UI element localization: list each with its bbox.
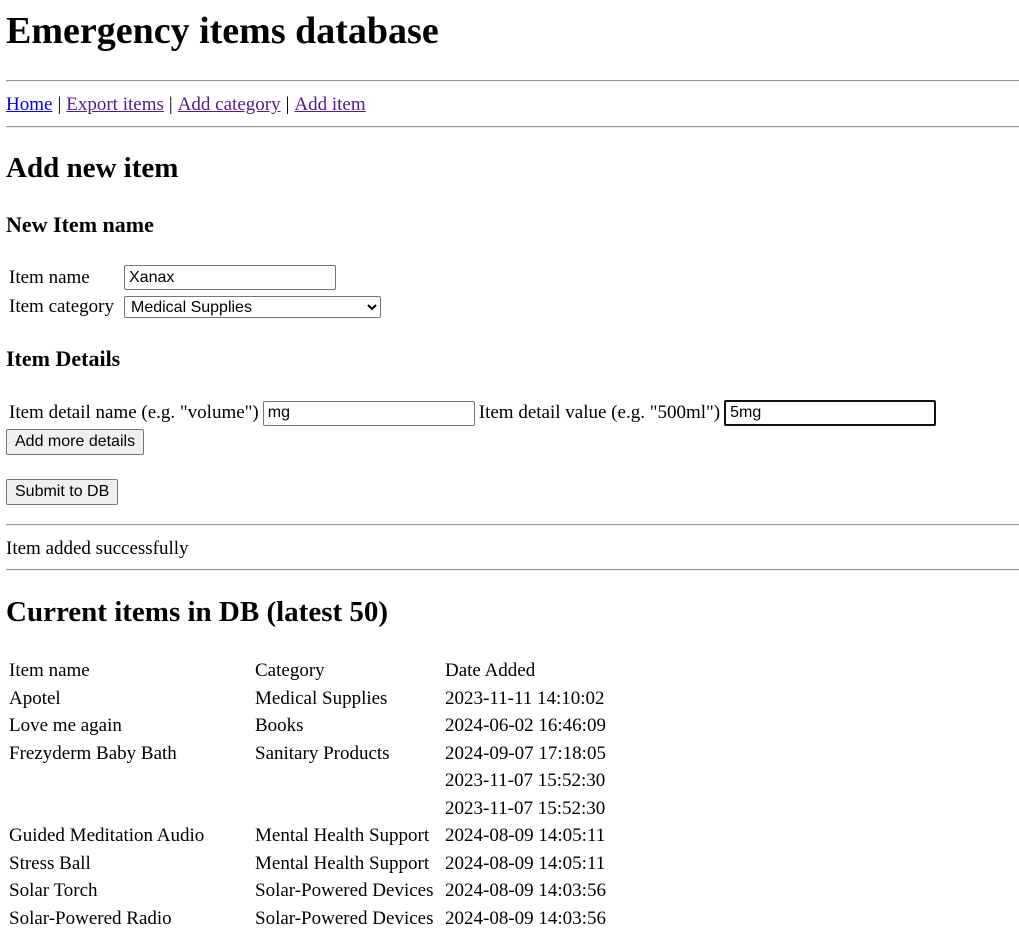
item-name-cell: Guided Meditation Audio	[9, 825, 205, 846]
date-added-cell: 2024-08-09 14:03:56	[445, 880, 606, 901]
status-message: Item added successfully	[6, 538, 189, 559]
category-cell: Sanitary Products	[255, 742, 390, 764]
column-header-date-added: Date Added	[445, 660, 536, 681]
date-added-cell: 2023-11-07 15:52:30	[445, 770, 606, 791]
detail-name-input[interactable]	[262, 400, 475, 426]
item-name-label: Item name	[9, 266, 90, 288]
table-row: Stress Ball Mental Health Support 2024-08-…	[8, 851, 616, 877]
nav-separator: |	[168, 94, 173, 115]
detail-value-label: Item detail value (e.g. "500ml")	[478, 402, 721, 423]
category-cell: Books	[255, 715, 304, 736]
date-added-cell: 2024-06-02 16:46:09	[445, 715, 606, 736]
item-category-row: Item category Medical Supplies	[9, 296, 381, 318]
table-row: Frezyderm Baby Bath Sanitary Products 2024…	[8, 741, 616, 767]
date-added-cell: 2024-09-07 17:18:05	[445, 742, 606, 764]
column-header-category: Category	[255, 660, 325, 681]
date-added-cell: 2024-08-09 14:05:11	[445, 825, 606, 846]
detail-name-label: Item detail name (e.g. "volume")	[9, 402, 259, 423]
item-details-heading: Item Details	[6, 346, 121, 371]
item-name-cell: Solar-Powered Radio	[9, 907, 172, 929]
item-detail-row: Item detail name (e.g. "volume") Item de…	[9, 400, 937, 426]
date-added-cell: 2023-11-07 15:52:30	[445, 797, 606, 819]
category-cell	[254, 768, 442, 794]
item-name-cell: Love me again	[9, 715, 122, 736]
nav-home-link[interactable]: Home	[6, 94, 52, 115]
page-title: Emergency items database	[6, 10, 439, 52]
item-name-cell: Apotel	[9, 687, 61, 709]
nav-separator: |	[285, 94, 290, 115]
item-name-cell	[8, 768, 252, 794]
detail-value-input[interactable]	[724, 400, 937, 426]
nav-add-category-link[interactable]: Add category	[178, 94, 281, 115]
category-cell: Solar-Powered Devices	[255, 907, 434, 929]
divider	[6, 524, 1019, 526]
new-item-name-heading: New Item name	[6, 212, 154, 237]
item-name-cell: Stress Ball	[9, 852, 91, 874]
category-cell: Mental Health Support	[255, 852, 430, 874]
table-row: Solar Torch Solar-Powered Devices 2024-08-…	[8, 878, 616, 904]
table-row: 2023-11-07 15:52:30	[8, 796, 616, 822]
items-table: Item name Category Date Added Apotel Medi…	[6, 656, 618, 933]
table-header-row: Item name Category Date Added	[8, 658, 616, 684]
add-item-heading: Add new item	[6, 152, 179, 184]
table-row: Love me again Books 2024-06-02 16:46:09	[8, 713, 616, 739]
nav-bar: Home | Export items | Add category | Add item	[6, 92, 366, 118]
date-added-cell: 2023-11-11 14:10:02	[445, 687, 605, 709]
table-row: Solar-Powered Radio Solar-Powered Devices…	[8, 906, 616, 932]
category-cell: Medical Supplies	[255, 687, 388, 709]
date-added-cell: 2024-08-09 14:05:11	[445, 852, 606, 874]
divider	[6, 126, 1019, 128]
category-cell	[254, 796, 442, 822]
item-name-input[interactable]	[124, 265, 336, 290]
category-cell: Solar-Powered Devices	[255, 880, 434, 901]
table-row: 2023-11-07 15:52:30	[8, 768, 616, 794]
submit-button[interactable]: Submit to DB	[6, 479, 119, 505]
add-more-details-button[interactable]: Add more details	[6, 429, 145, 455]
date-added-cell: 2024-08-09 14:03:56	[445, 907, 606, 929]
divider	[6, 569, 1019, 571]
nav-separator: |	[57, 94, 62, 115]
item-category-label: Item category	[9, 296, 114, 317]
item-name-row: Item name	[9, 265, 336, 290]
nav-add-item-link[interactable]: Add item	[294, 94, 365, 115]
column-header-item-name: Item name	[9, 660, 90, 681]
current-items-heading: Current items in DB (latest 50)	[6, 596, 389, 628]
table-row: Guided Meditation Audio Mental Health Sup…	[8, 823, 616, 849]
divider	[6, 80, 1019, 82]
table-row: Apotel Medical Supplies 2023-11-11 14:10:0…	[8, 686, 616, 712]
nav-export-items-link[interactable]: Export items	[66, 94, 164, 115]
item-category-select[interactable]: Medical Supplies	[124, 296, 381, 318]
item-name-cell: Frezyderm Baby Bath	[9, 742, 177, 764]
item-name-cell: Solar Torch	[9, 880, 98, 901]
category-cell: Mental Health Support	[255, 825, 430, 846]
item-name-cell	[8, 796, 252, 822]
